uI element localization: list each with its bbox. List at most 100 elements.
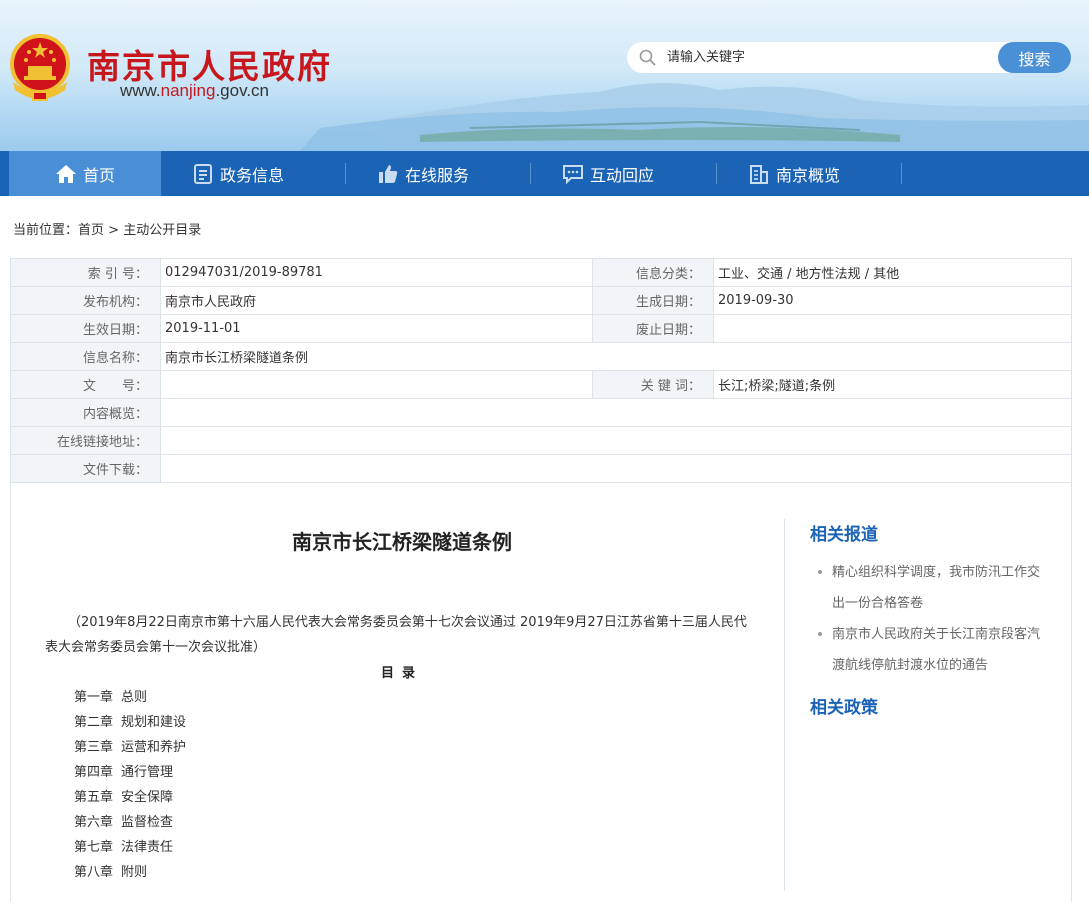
nav-item-label: 互动回应 xyxy=(590,165,655,185)
list-item: 第二章 规划和建设 xyxy=(74,710,186,735)
created-date-value: 2019-09-30 xyxy=(713,286,1072,315)
table-row: 在线链接地址： xyxy=(10,426,1072,455)
nav-item-online-service[interactable]: 在线服务 xyxy=(377,151,469,196)
document-number-value xyxy=(160,370,593,399)
thumbs-up-icon xyxy=(379,164,398,183)
table-row: 索 引 号： 012947031/2019-89781 信息分类： 工业、交通 … xyxy=(10,258,1072,287)
table-of-contents: 第一章 总则 第二章 规划和建设 第三章 运营和养护 第四章 通行管理 第五章 安全保障 … xyxy=(74,685,186,885)
table-row: 内容概览： xyxy=(10,398,1072,427)
table-row: 生效日期： 2019-11-01 废止日期： xyxy=(10,314,1072,343)
toc-title: 附则 xyxy=(121,865,148,880)
article-title: 南京市长江桥梁隧道条例 xyxy=(292,530,512,554)
search-input[interactable] xyxy=(667,47,967,68)
toc-heading: 目录 xyxy=(380,666,423,681)
document-icon xyxy=(194,163,212,184)
content-divider xyxy=(784,519,785,891)
list-item: 第七章 法律责任 xyxy=(74,835,186,860)
toc-chapter: 第八章 xyxy=(74,865,114,880)
toc-title: 监督检查 xyxy=(121,815,174,830)
file-download-value[interactable] xyxy=(160,454,1072,483)
publisher-label: 发布机构： xyxy=(10,286,161,315)
building-icon xyxy=(750,164,768,184)
category-value: 工业、交通 / 地方性法规 / 其他 xyxy=(713,258,1072,287)
site-url-highlight: nanjing xyxy=(160,81,216,100)
table-row: 发布机构： 南京市人民政府 生成日期： 2019-09-30 xyxy=(10,286,1072,315)
breadcrumb-separator: > xyxy=(104,223,124,238)
index-number-label: 索 引 号： xyxy=(10,258,161,287)
home-icon xyxy=(55,164,76,183)
breadcrumb-current-link[interactable]: 主动公开目录 xyxy=(123,223,201,238)
list-item: 第五章 安全保障 xyxy=(74,785,186,810)
keywords-label: 关 键 词： xyxy=(592,370,714,399)
info-name-label: 信息名称： xyxy=(10,342,161,371)
online-link-value[interactable] xyxy=(160,426,1072,455)
nav-item-label: 首页 xyxy=(82,165,115,185)
site-url-suffix: .gov.cn xyxy=(215,81,270,100)
nav-divider xyxy=(530,163,531,184)
related-report-link[interactable]: 精心组织科学调度，我市防汛工作交出一份合格答卷 xyxy=(810,557,1050,619)
chat-icon xyxy=(563,164,583,184)
related-policies-heading: 相关政策 xyxy=(810,698,878,718)
related-report-link[interactable]: 南京市人民政府关于长江南京段客汽渡航线停航封渡水位的通告 xyxy=(810,619,1050,681)
breadcrumb-prefix: 当前位置： xyxy=(13,223,79,238)
site-url[interactable]: www.nanjing.gov.cn xyxy=(120,81,269,101)
summary-label: 内容概览： xyxy=(10,398,161,427)
document-number-label: 文 号： xyxy=(10,370,161,399)
list-item: 第八章 附则 xyxy=(74,860,186,885)
document-metadata-table: 索 引 号： 012947031/2019-89781 信息分类： 工业、交通 … xyxy=(10,258,1072,483)
toc-title: 法律责任 xyxy=(121,840,174,855)
breadcrumb: 当前位置：首页 > 主动公开目录 xyxy=(13,219,201,238)
list-item: 第四章 通行管理 xyxy=(74,760,186,785)
list-item: 第三章 运营和养护 xyxy=(74,735,186,760)
file-download-label: 文件下载： xyxy=(10,454,161,483)
nav-item-nanjing-overview[interactable]: 南京概览 xyxy=(748,151,840,196)
category-label: 信息分类： xyxy=(592,258,714,287)
effective-date-value: 2019-11-01 xyxy=(160,314,593,343)
list-item: 第一章 总则 xyxy=(74,685,186,710)
list-item: 第六章 监督检查 xyxy=(74,810,186,835)
table-row: 文件下载： xyxy=(10,454,1072,483)
index-number-value: 012947031/2019-89781 xyxy=(160,258,593,287)
toc-title: 安全保障 xyxy=(121,790,174,805)
abolished-date-label: 废止日期： xyxy=(592,314,714,343)
table-row: 文 号： 关 键 词： 长江;桥梁;隧道;条例 xyxy=(10,370,1072,399)
nav-item-label: 政务信息 xyxy=(220,165,285,185)
nav-divider xyxy=(901,163,902,184)
abolished-date-value xyxy=(713,314,1072,343)
toc-title: 运营和养护 xyxy=(121,740,187,755)
toc-chapter: 第四章 xyxy=(74,765,114,780)
info-name-value: 南京市长江桥梁隧道条例 xyxy=(160,342,1072,371)
site-url-prefix: www. xyxy=(120,81,161,100)
nav-divider xyxy=(345,163,346,184)
search-box: 搜索 xyxy=(627,42,1071,73)
toc-title: 规划和建设 xyxy=(121,715,187,730)
toc-chapter: 第三章 xyxy=(74,740,114,755)
nav-item-home[interactable]: 首页 xyxy=(9,151,161,196)
toc-chapter: 第七章 xyxy=(74,840,114,855)
toc-chapter: 第一章 xyxy=(74,690,114,705)
toc-chapter: 第五章 xyxy=(74,790,114,805)
article-adoption-note: （2019年8月22日南京市第十六届人民代表大会常务委员会第十七次会议通过 20… xyxy=(45,615,747,655)
toc-title: 总则 xyxy=(121,690,148,705)
nav-item-label: 南京概览 xyxy=(776,165,841,185)
national-emblem-icon xyxy=(10,34,70,101)
summary-value xyxy=(160,398,1072,427)
toc-title: 通行管理 xyxy=(121,765,174,780)
related-reports-list: 精心组织科学调度，我市防汛工作交出一份合格答卷 南京市人民政府关于长江南京段客汽… xyxy=(810,557,1050,681)
related-reports-heading: 相关报道 xyxy=(810,525,878,545)
search-button[interactable]: 搜索 xyxy=(998,42,1071,73)
toc-chapter: 第二章 xyxy=(74,715,114,730)
nav-item-label: 在线服务 xyxy=(405,165,470,185)
nav-divider xyxy=(716,163,717,184)
search-icon xyxy=(639,49,656,66)
nav-item-government-info[interactable]: 政务信息 xyxy=(192,151,284,196)
nav-item-interaction[interactable]: 互动回应 xyxy=(562,151,654,196)
keywords-value: 长江;桥梁;隧道;条例 xyxy=(713,370,1072,399)
breadcrumb-home-link[interactable]: 首页 xyxy=(78,223,104,238)
table-row: 信息名称： 南京市长江桥梁隧道条例 xyxy=(10,342,1072,371)
toc-chapter: 第六章 xyxy=(74,815,114,830)
effective-date-label: 生效日期： xyxy=(10,314,161,343)
created-date-label: 生成日期： xyxy=(592,286,714,315)
main-nav: 首页 政务信息 在线服务 互动回应 南京概览 xyxy=(0,151,1089,196)
publisher-value: 南京市人民政府 xyxy=(160,286,593,315)
